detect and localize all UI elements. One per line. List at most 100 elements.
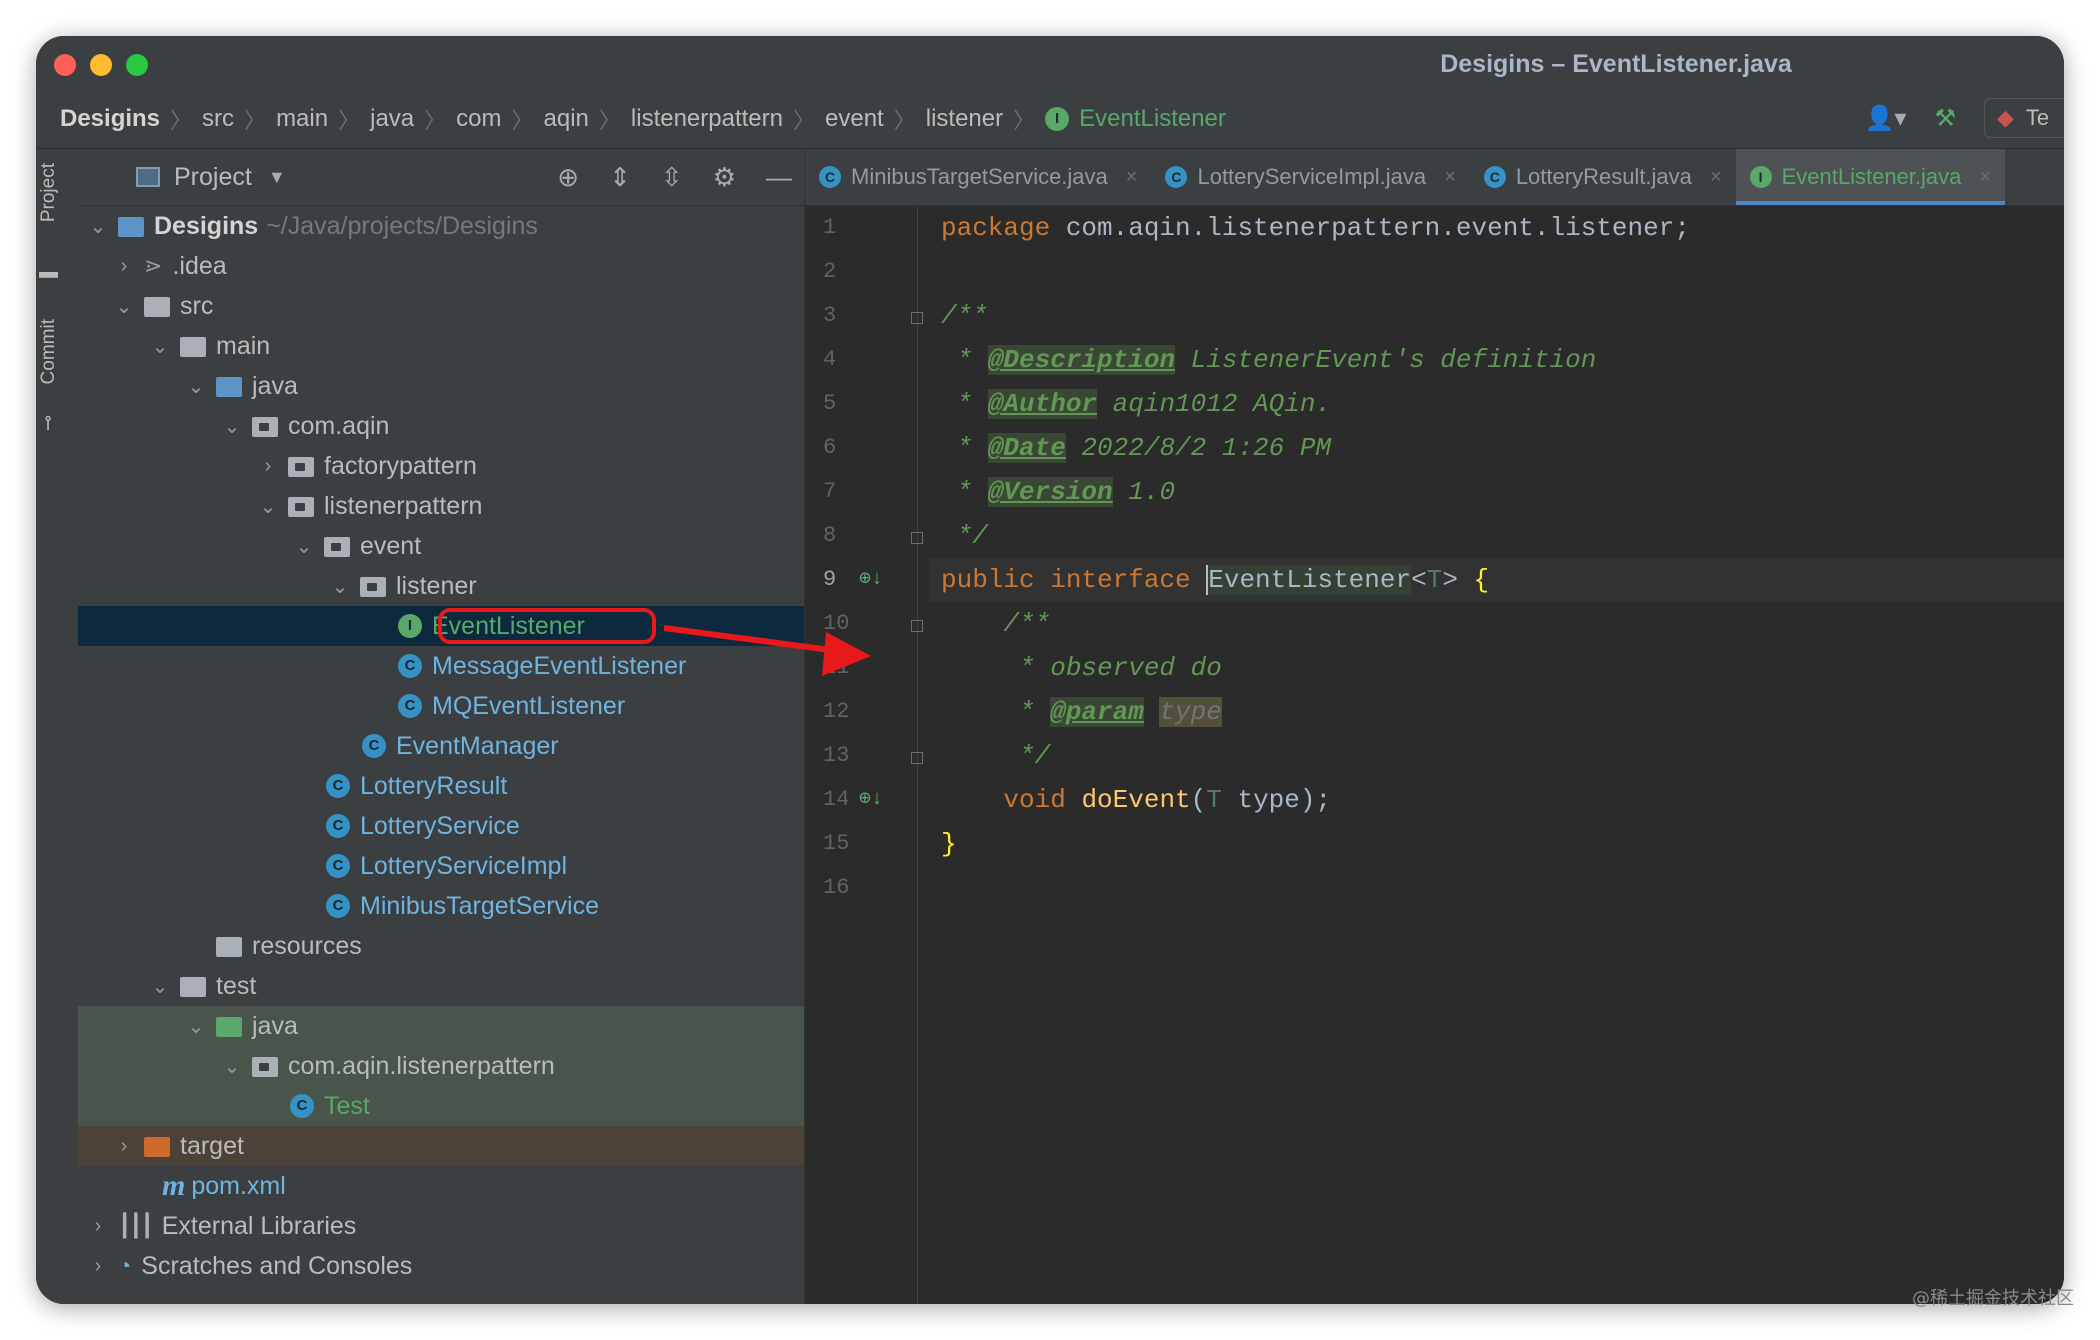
source-folder-icon	[216, 377, 242, 397]
tree-item-factorypattern[interactable]: › factorypattern	[78, 446, 804, 486]
chevron-down-icon[interactable]: ⌄	[88, 214, 108, 239]
chevron-down-icon[interactable]: ⌄	[114, 294, 134, 319]
tree-item-scratches[interactable]: › ◔ Scratches and Consoles	[78, 1246, 804, 1286]
maximize-window-button[interactable]	[126, 54, 148, 76]
tree-item-project-root[interactable]: ⌄ Desigins ~/Java/projects/Desigins	[78, 206, 804, 246]
tree-item-test-class[interactable]: C Test	[78, 1086, 804, 1126]
chevron-down-icon[interactable]: ⌄	[186, 1014, 206, 1039]
commit-tool-window-button[interactable]: Commit	[38, 319, 74, 384]
breadcrumb-item-main[interactable]: main	[276, 105, 328, 133]
ide-window: Desigins – EventListener.java Desigins 〉…	[36, 36, 2064, 1304]
breadcrumb-item-src[interactable]: src	[202, 105, 234, 133]
breadcrumb-item-listenerpattern[interactable]: listenerpattern	[631, 105, 783, 133]
expand-all-icon[interactable]: ⇕	[609, 162, 631, 193]
comment: *	[941, 433, 988, 463]
minimize-window-button[interactable]	[90, 54, 112, 76]
line-number: 2	[823, 259, 837, 284]
editor-tabs: C MinibusTargetService.java × C LotteryS…	[805, 149, 2064, 206]
project-tool-window-button[interactable]: Project	[38, 163, 74, 222]
tree-item-idea[interactable]: › ⋗ .idea	[78, 246, 804, 286]
tree-item-eventmanager[interactable]: C EventManager	[78, 726, 804, 766]
tree-item-java[interactable]: ⌄ java	[78, 366, 804, 406]
breadcrumb-item-aqin[interactable]: aqin	[544, 105, 589, 133]
hide-panel-icon[interactable]: —	[766, 162, 792, 193]
close-icon[interactable]: ×	[1710, 166, 1722, 189]
brace: {	[1473, 565, 1490, 595]
title-bar: Desigins – EventListener.java	[36, 36, 2064, 90]
breadcrumb-item-listener[interactable]: listener	[926, 105, 1003, 133]
project-view-selector[interactable]: Project ▼	[136, 163, 286, 192]
tree-item-test[interactable]: ⌄ test	[78, 966, 804, 1006]
chevron-right-icon[interactable]: ›	[88, 1255, 108, 1278]
chevron-down-icon[interactable]: ⌄	[150, 974, 170, 999]
breadcrumb-item-project[interactable]: Desigins	[60, 105, 160, 133]
chevron-right-icon[interactable]: ›	[258, 455, 278, 478]
tree-item-test-java[interactable]: ⌄ java	[78, 1006, 804, 1046]
breadcrumb-item-java[interactable]: java	[370, 105, 414, 133]
user-account-icon[interactable]: 👤▾	[1865, 104, 1907, 133]
tree-item-com-aqin[interactable]: ⌄ com.aqin	[78, 406, 804, 446]
chevron-right-icon[interactable]: ›	[114, 1135, 134, 1158]
tab-lotteryresult[interactable]: C LotteryResult.java ×	[1470, 149, 1736, 205]
tree-item-src[interactable]: ⌄ src	[78, 286, 804, 326]
tree-item-label: resources	[252, 931, 362, 960]
chevron-down-icon[interactable]: ⌄	[258, 494, 278, 519]
chevron-down-icon[interactable]: ⌄	[222, 1054, 242, 1079]
chevron-down-icon[interactable]: ⌄	[222, 414, 242, 439]
tree-item-test-package[interactable]: ⌄ com.aqin.listenerpattern	[78, 1046, 804, 1086]
chevron-down-icon[interactable]: ⌄	[150, 334, 170, 359]
tree-item-event[interactable]: ⌄ event	[78, 526, 804, 566]
implemented-marker-icon[interactable]: ⊕↓	[859, 778, 883, 822]
implemented-marker-icon[interactable]: ⊕↓	[859, 558, 883, 602]
close-icon[interactable]: ×	[1979, 166, 1991, 189]
run-configuration-select[interactable]: ◆ Te	[1984, 98, 2064, 138]
tree-item-listenerpattern[interactable]: ⌄ listenerpattern	[78, 486, 804, 526]
chevron-down-icon[interactable]: ⌄	[294, 534, 314, 559]
tab-eventlistener[interactable]: I EventListener.java ×	[1735, 149, 2006, 205]
chevron-right-icon[interactable]: ›	[114, 255, 134, 278]
fold-toggle-icon[interactable]	[911, 752, 923, 764]
code-line-13: */	[929, 734, 2064, 778]
type-parameter: T	[1426, 565, 1443, 595]
gear-icon[interactable]: ⚙	[713, 162, 736, 193]
package-icon	[288, 457, 314, 477]
tree-item-external-libraries[interactable]: › ┃┃┃ External Libraries	[78, 1206, 804, 1246]
folder-icon	[144, 297, 170, 317]
tree-item-label: java	[252, 371, 298, 400]
code-text[interactable]: package com.aqin.listenerpattern.event.l…	[929, 206, 2064, 910]
breadcrumb-current-label: EventListener	[1079, 105, 1226, 132]
build-hammer-icon[interactable]: ⚒	[1934, 104, 1956, 133]
close-window-button[interactable]	[54, 54, 76, 76]
close-icon[interactable]: ×	[1444, 166, 1456, 189]
tree-item-lotteryresult[interactable]: C LotteryResult	[78, 766, 804, 806]
chevron-right-icon: 〉	[244, 108, 267, 133]
tree-item-main[interactable]: ⌄ main	[78, 326, 804, 366]
tree-item-mqeventlistener[interactable]: C MQEventListener	[78, 686, 804, 726]
breadcrumb-item-current[interactable]: I EventListener	[1045, 105, 1226, 133]
breadcrumb-item-event[interactable]: event	[825, 105, 884, 133]
fold-toggle-icon[interactable]	[911, 312, 923, 324]
tree-item-label: main	[216, 331, 271, 360]
tab-lotteryserviceimpl[interactable]: C LotteryServiceImpl.java ×	[1151, 149, 1469, 205]
tab-minibustargetservice[interactable]: C MinibusTargetService.java ×	[805, 149, 1151, 205]
close-icon[interactable]: ×	[1126, 166, 1138, 189]
tree-item-pom[interactable]: m pom.xml	[78, 1166, 804, 1206]
tree-item-lotteryserviceimpl[interactable]: C LotteryServiceImpl	[78, 846, 804, 886]
tree-item-listener[interactable]: ⌄ listener	[78, 566, 804, 606]
fold-toggle-icon[interactable]	[911, 620, 923, 632]
chevron-down-icon[interactable]: ⌄	[186, 374, 206, 399]
tree-item-messageeventlistener[interactable]: C MessageEventListener	[78, 646, 804, 686]
tree-item-label: target	[180, 1131, 244, 1160]
tree-item-eventlistener[interactable]: I EventListener	[78, 606, 804, 646]
chevron-right-icon[interactable]: ›	[88, 1215, 108, 1238]
chevron-down-icon[interactable]: ⌄	[330, 574, 350, 599]
locate-target-icon[interactable]: ⊕	[557, 162, 579, 193]
tree-item-lotteryservice[interactable]: C LotteryService	[78, 806, 804, 846]
tree-item-resources[interactable]: resources	[78, 926, 804, 966]
collapse-all-icon[interactable]: ⇳	[661, 162, 683, 193]
tree-item-target[interactable]: › target	[78, 1126, 804, 1166]
tree-item-minibustargetservice[interactable]: C MinibusTargetService	[78, 886, 804, 926]
fold-toggle-icon[interactable]	[911, 532, 923, 544]
package-icon	[288, 497, 314, 517]
breadcrumb-item-com[interactable]: com	[456, 105, 501, 133]
